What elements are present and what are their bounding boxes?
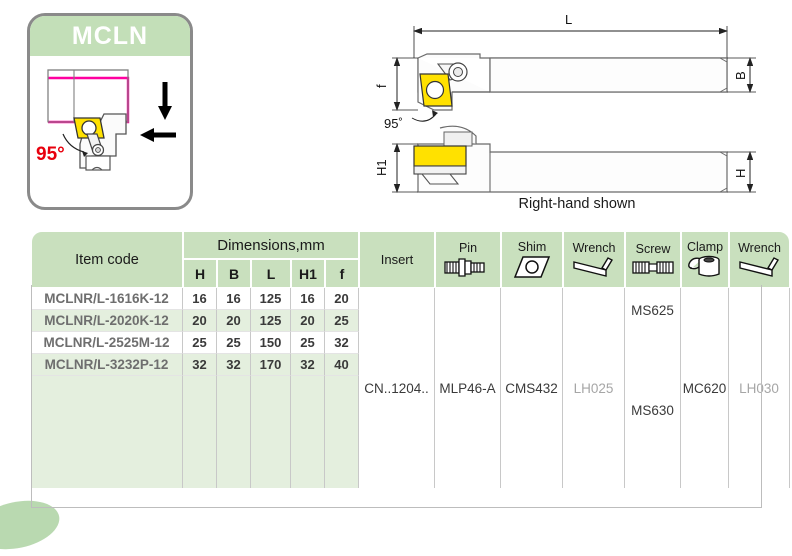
technical-drawing-svg: L f B 95˚ <box>372 6 782 218</box>
row-dim-L: 125 <box>251 310 291 332</box>
header-insert: Insert <box>359 231 435 288</box>
header-screw: Screw <box>625 231 681 288</box>
row-dim-f: 25 <box>325 310 359 332</box>
accessory-screw-bottom: MS630 <box>625 332 681 488</box>
row-dim-B: 32 <box>217 354 251 376</box>
series-code-label: MCLN <box>72 22 148 51</box>
header-wrench-1: Wrench <box>563 231 625 288</box>
row-dim-H: 32 <box>183 354 217 376</box>
row-dim-H1: 25 <box>291 332 325 354</box>
drawing-caption: Right-hand shown <box>372 196 782 212</box>
row-item-code: MCLNR/L-1616K-12 <box>31 288 183 310</box>
turning-operation-diagram: 95° <box>30 56 190 210</box>
row-dim-H: 20 <box>183 310 217 332</box>
corner-decoration <box>0 494 64 556</box>
angle-label-95: 95° <box>36 144 65 165</box>
series-banner: MCLN <box>30 16 190 56</box>
header-pin: Pin <box>435 231 501 288</box>
row-dim-L: 150 <box>251 332 291 354</box>
drawing-angle-label: 95˚ <box>384 116 403 131</box>
header-screw-label: Screw <box>636 243 671 256</box>
header-clamp: Clamp <box>681 231 729 288</box>
screw-icon <box>630 257 676 277</box>
shim-icon <box>512 255 552 279</box>
header-wrench-1-label: Wrench <box>573 242 616 255</box>
header-dim-B: B <box>217 259 251 288</box>
header-dim-f: f <box>325 259 359 288</box>
clamp-icon <box>686 255 724 279</box>
table-row[interactable]: MCLNR/L-1616K-12 16 16 125 16 20 CN..120… <box>31 288 790 310</box>
row-dim-H1: 16 <box>291 288 325 310</box>
accessory-wrench-1: LH025 <box>563 288 625 488</box>
header-dim-H1: H1 <box>291 259 325 288</box>
dim-label-L: L <box>565 12 572 27</box>
row-dim-H1: 20 <box>291 310 325 332</box>
dim-label-f: f <box>374 84 389 88</box>
row-dim-H: 25 <box>183 332 217 354</box>
row-dim-L: 170 <box>251 354 291 376</box>
dim-label-B: B <box>733 71 748 80</box>
row-item-code: MCLNR/L-2525M-12 <box>31 332 183 354</box>
header-dim-H: H <box>183 259 217 288</box>
operation-diagram-svg: 95° <box>30 56 190 210</box>
row-item-code: MCLNR/L-3232P-12 <box>31 354 183 376</box>
accessory-pin: MLP46-A <box>435 288 501 488</box>
filler-H <box>183 376 217 488</box>
technical-drawing: L f B 95˚ <box>372 6 782 218</box>
filler-item-code <box>31 376 183 488</box>
accessory-shim: CMS432 <box>501 288 563 488</box>
header-clamp-label: Clamp <box>687 241 723 254</box>
filler-L <box>251 376 291 488</box>
accessory-clamp: MC620 <box>681 288 729 488</box>
row-dim-H: 16 <box>183 288 217 310</box>
dim-label-H: H <box>733 169 748 178</box>
accessory-screw-top: MS625 <box>625 288 681 332</box>
row-dim-B: 25 <box>217 332 251 354</box>
header-wrench-2: Wrench <box>729 231 790 288</box>
row-dim-H1: 32 <box>291 354 325 376</box>
header-dimensions: Dimensions,mm <box>183 231 359 259</box>
row-dim-L: 125 <box>251 288 291 310</box>
filler-f <box>325 376 359 488</box>
row-dim-f: 40 <box>325 354 359 376</box>
header-item-code: Item code <box>31 231 183 288</box>
specification-table: Item code Dimensions,mm Insert Pin <box>31 231 762 488</box>
row-item-code: MCLNR/L-2020K-12 <box>31 310 183 332</box>
filler-B <box>217 376 251 488</box>
header-shim-label: Shim <box>518 241 546 254</box>
row-dim-B: 20 <box>217 310 251 332</box>
accessory-wrench-2: LH030 <box>729 288 790 488</box>
header-wrench-2-label: Wrench <box>738 242 781 255</box>
header-dim-L: L <box>251 259 291 288</box>
accessory-insert: CN..1204.. <box>359 288 435 488</box>
product-series-panel: MCLN 95° <box>27 13 193 210</box>
row-dim-f: 20 <box>325 288 359 310</box>
filler-H1 <box>291 376 325 488</box>
row-dim-B: 16 <box>217 288 251 310</box>
hex-wrench-icon <box>737 256 783 278</box>
row-dim-f: 32 <box>325 332 359 354</box>
dim-label-H1: H1 <box>374 159 389 176</box>
pin-icon <box>442 256 494 278</box>
header-pin-label: Pin <box>459 242 477 255</box>
hex-wrench-icon <box>571 256 617 278</box>
header-shim: Shim <box>501 231 563 288</box>
